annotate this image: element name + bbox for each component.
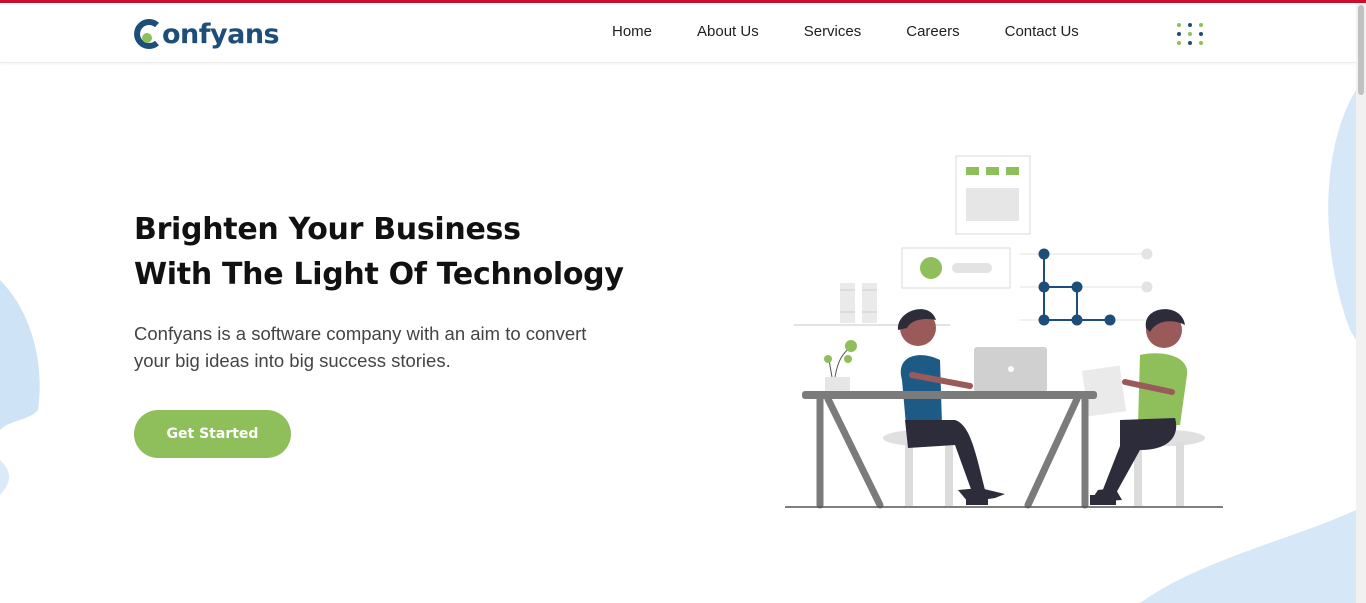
scrollbar-thumb[interactable] [1358, 5, 1364, 95]
nav-services[interactable]: Services [804, 23, 862, 40]
brand-name: onfyans [162, 18, 280, 50]
main-nav: Home About Us Services Careers Contact U… [612, 23, 1124, 40]
get-started-button[interactable]: Get Started [134, 410, 291, 458]
nav-about-us[interactable]: About Us [697, 23, 759, 40]
hero-title: Brighten Your Business With The Light Of… [134, 207, 624, 297]
hero-title-line2: With The Light Of Technology [134, 257, 624, 292]
two-people-working-at-desk-illustration [785, 155, 1223, 509]
nav-home[interactable]: Home [612, 23, 652, 40]
dots-grid-icon[interactable] [1176, 22, 1206, 48]
site-header: onfyans Home About Us Services Careers C… [0, 3, 1356, 63]
hero-description: Confyans is a software company with an a… [134, 323, 587, 371]
confyans-c-logo-icon [133, 17, 161, 51]
vertical-scrollbar[interactable] [1356, 3, 1366, 603]
nav-contact-us[interactable]: Contact Us [1005, 23, 1079, 40]
left-decorative-blob [0, 280, 40, 495]
nav-careers[interactable]: Careers [906, 23, 959, 40]
hero-title-line1: Brighten Your Business [134, 212, 521, 247]
brand-logo[interactable]: onfyans [133, 14, 280, 54]
